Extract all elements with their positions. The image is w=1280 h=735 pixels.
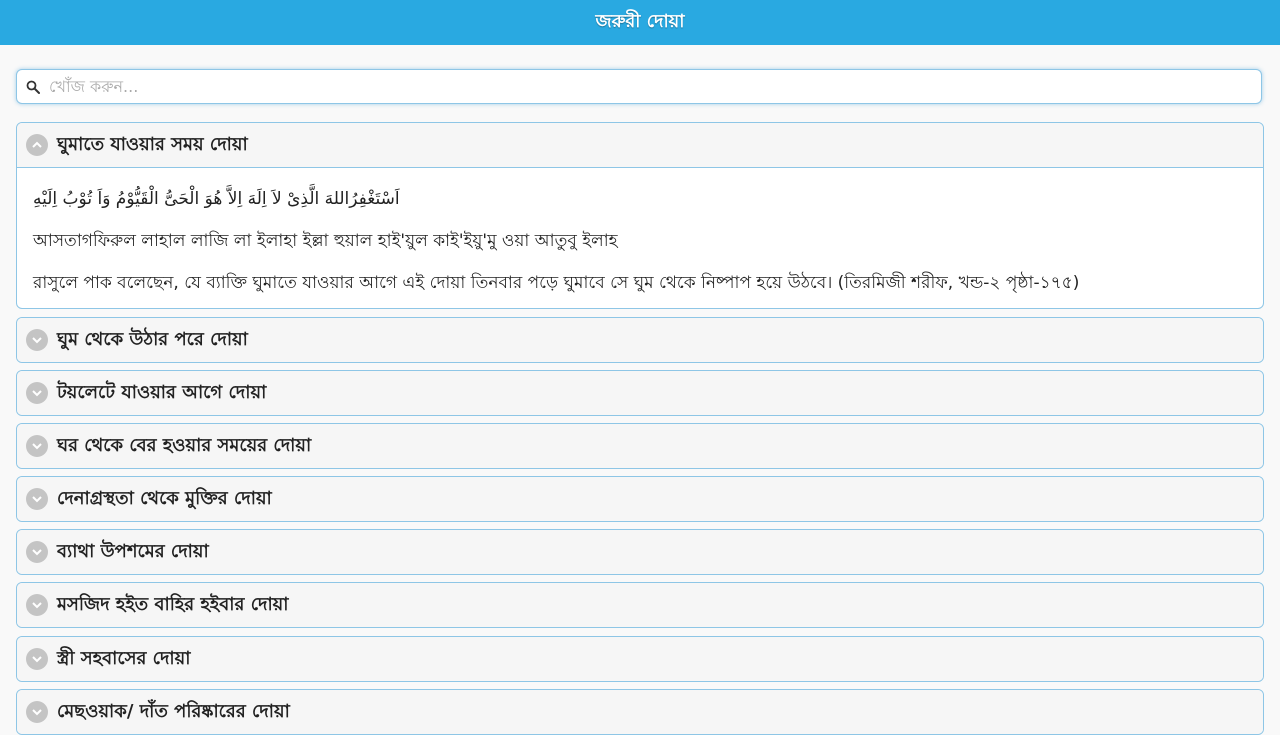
dua-header-toilet[interactable]: টয়লেটে যাওয়ার আগে দোয়া [17,371,1263,415]
dua-item: স্ত্রী সহবাসের দোয়া [16,636,1264,682]
dua-header-wakeup[interactable]: ঘুম থেকে উঠার পরে দোয়া [17,318,1263,362]
dua-item: দেনাগ্রস্থতা থেকে মুক্তির দোয়া [16,476,1264,522]
dua-header-miswak[interactable]: মেছওয়াক/ দাঁত পরিষ্কারের দোয়া [17,690,1263,734]
search-input[interactable] [45,71,1261,102]
dua-item: মসজিদ হইত বাহির হইবার দোয়া [16,582,1264,628]
dua-title: মসজিদ হইত বাহির হইবার দোয়া [57,593,289,615]
dua-arabic-text: اَسْتَغْفِرُاللهَ الَّذِىْ لاَ اِلَهَ اِ… [33,189,400,209]
page-title: জরুরী দোয়া [595,11,685,32]
dua-title: স্ত্রী সহবাসের দোয়া [57,647,191,669]
dua-description: রাসুলে পাক বলেছেন, যে ব্যাক্তি ঘুমাতে যা… [33,273,1080,293]
dua-title: ঘুম থেকে উঠার পরে দোয়া [57,328,248,350]
dua-header-mosque-exit[interactable]: মসজিদ হইত বাহির হইবার দোয়া [17,583,1263,627]
chevron-down-icon [26,594,48,616]
chevron-down-icon [26,648,48,670]
dua-title: ঘুমাতে যাওয়ার সময় দোয়া [57,133,248,155]
dua-title: টয়লেটে যাওয়ার আগে দোয়া [57,381,267,403]
dua-item: মেছওয়াক/ দাঁত পরিষ্কারের দোয়া [16,689,1264,735]
chevron-down-icon [26,541,48,563]
search-bar [16,69,1262,104]
dua-header-pain[interactable]: ব্যাথা উপশমের দোয়া [17,530,1263,574]
search-icon [21,69,45,104]
chevron-down-icon [26,488,48,510]
dua-content: اَسْتَغْفِرُاللهَ الَّذِىْ لاَ اِلَهَ اِ… [17,168,1263,304]
dua-item: ঘুম থেকে উঠার পরে দোয়া [16,317,1264,363]
dua-title: ব্যাথা উপশমের দোয়া [57,540,209,562]
dua-transliteration: আসতাগফিরুল লাহাল লাজি লা ইলাহা ইল্লা হুয… [33,231,618,251]
dua-title: ঘর থেকে বের হওয়ার সময়ের দোয়া [57,434,312,456]
dua-header-sleep[interactable]: ঘুমাতে যাওয়ার সময় দোয়া [17,123,1263,168]
dua-header-marital[interactable]: স্ত্রী সহবাসের দোয়া [17,637,1263,681]
dua-item: ঘর থেকে বের হওয়ার সময়ের দোয়া [16,423,1264,469]
dua-item: ঘুমাতে যাওয়ার সময় দোয়া اَسْتَغْفِرُال… [16,122,1264,309]
dua-header-leaving-home[interactable]: ঘর থেকে বের হওয়ার সময়ের দোয়া [17,424,1263,468]
dua-item: ব্যাথা উপশমের দোয়া [16,529,1264,575]
dua-item: টয়লেটে যাওয়ার আগে দোয়া [16,370,1264,416]
dua-title: মেছওয়াক/ দাঁত পরিষ্কারের দোয়া [57,700,290,722]
dua-title: দেনাগ্রস্থতা থেকে মুক্তির দোয়া [57,487,272,509]
dua-header-debt[interactable]: দেনাগ্রস্থতা থেকে মুক্তির দোয়া [17,477,1263,521]
chevron-down-icon [26,435,48,457]
chevron-down-icon [26,382,48,404]
chevron-down-icon [26,329,48,351]
chevron-up-icon [26,134,48,156]
app-header: জরুরী দোয়া [0,0,1280,45]
